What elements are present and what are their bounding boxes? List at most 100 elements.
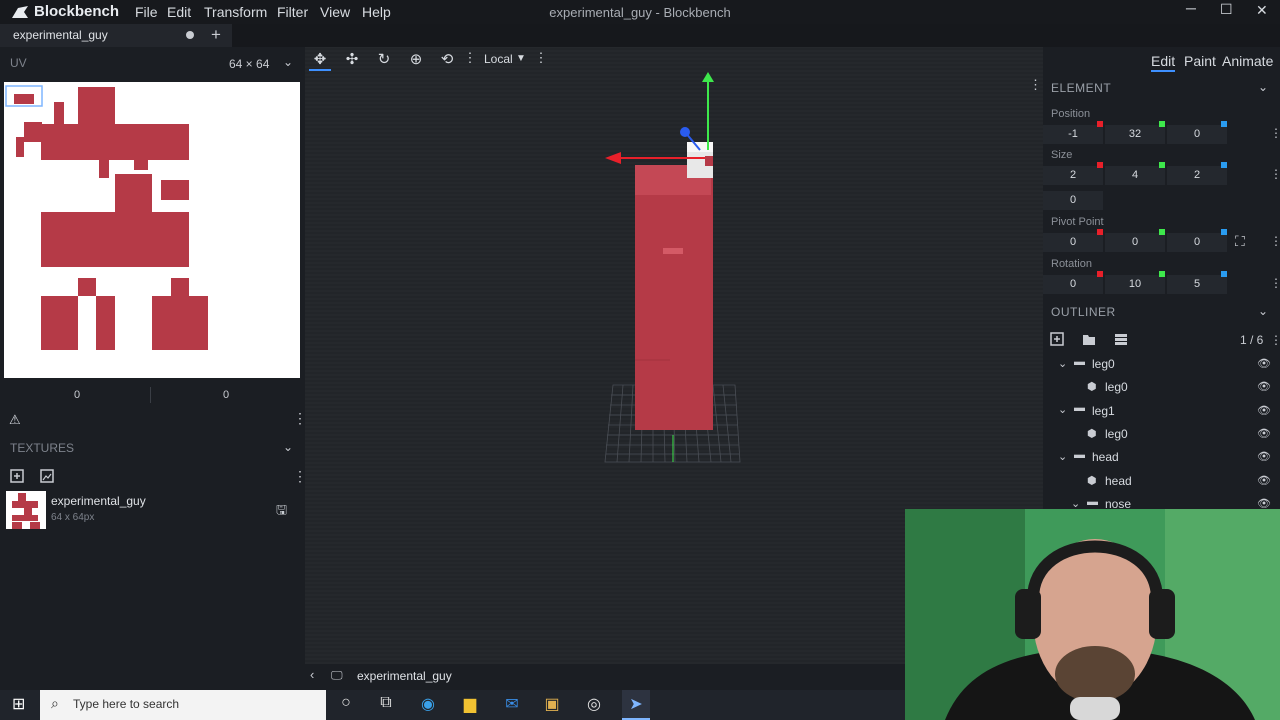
task-view-icon[interactable]: ⧉ [374, 694, 398, 712]
outliner-cube-leg0[interactable]: leg0 [1105, 380, 1128, 394]
position-y-input[interactable]: 32 [1105, 125, 1165, 144]
outliner-cube-leg0-2[interactable]: leg0 [1105, 427, 1128, 441]
add-cube-icon[interactable] [1050, 332, 1064, 346]
more-options-icon[interactable]: ⋮ [1029, 77, 1042, 93]
rotation-x-input[interactable]: 0 [1043, 275, 1103, 294]
windows-start-icon[interactable]: ⊞ [12, 694, 25, 714]
visibility-eye-icon[interactable]: 👁 [1257, 474, 1271, 487]
outliner-cube-head[interactable]: head [1105, 474, 1132, 488]
outliner-panel-title: OUTLINER [1051, 305, 1116, 319]
position-label: Position [1051, 108, 1091, 120]
element-panel-title: ELEMENT [1051, 81, 1112, 95]
mail-icon[interactable]: ✉ [500, 694, 524, 714]
x-axis-marker [1097, 162, 1103, 168]
outliner-group-leg0[interactable]: leg0 [1092, 357, 1115, 371]
maximize-icon[interactable]: ☐ [1220, 1, 1233, 18]
size-label: Size [1051, 149, 1073, 161]
close-icon[interactable]: ✕ [1256, 2, 1268, 19]
z-axis-marker [1221, 162, 1227, 168]
chevron-down-icon[interactable]: ⌄ [1258, 304, 1268, 318]
new-tab-button[interactable]: + [211, 25, 221, 45]
pivot-y-input[interactable]: 0 [1105, 233, 1165, 252]
add-group-icon[interactable] [1082, 332, 1096, 346]
rotation-z-input[interactable]: 5 [1167, 275, 1227, 294]
texture-size: 64 x 64px [51, 512, 95, 523]
visibility-eye-icon[interactable]: 👁 [1257, 450, 1271, 463]
mode-tab-edit[interactable]: Edit [1151, 53, 1175, 69]
project-tab-label: experimental_guy [13, 28, 108, 42]
y-axis-marker [1159, 271, 1165, 277]
chevron-down-icon[interactable]: ⌄ [283, 440, 293, 454]
save-texture-icon[interactable]: 🖫 [276, 501, 287, 523]
more-options-icon[interactable]: ⋮ [459, 50, 481, 66]
cortana-icon[interactable]: ○ [334, 694, 358, 712]
more-options-icon[interactable]: ⋮ [1270, 234, 1280, 248]
app-icon[interactable]: ▣ [540, 694, 564, 714]
chevron-down-icon[interactable]: ▼ [516, 53, 526, 64]
vertex-snap-icon[interactable]: ⟲ [436, 50, 458, 68]
texture-thumbnail[interactable] [6, 491, 46, 529]
more-options-icon[interactable]: ⋮ [1270, 333, 1280, 347]
position-x-input[interactable]: -1 [1043, 125, 1103, 144]
move-tool-icon[interactable]: ✥ [309, 50, 331, 68]
pivot-tool-icon[interactable]: ⊕ [405, 50, 427, 68]
mode-tab-paint[interactable]: Paint [1184, 53, 1216, 69]
sort-icon[interactable] [1114, 332, 1128, 346]
transform-space-select[interactable]: Local [484, 52, 513, 66]
size-y-input[interactable]: 4 [1105, 166, 1165, 185]
pivot-x-input[interactable]: 0 [1043, 233, 1103, 252]
position-z-input[interactable]: 0 [1167, 125, 1227, 144]
rotate-tool-icon[interactable]: ↻ [373, 50, 395, 68]
uv-size-select[interactable]: 64 × 64 [229, 57, 269, 71]
edge-browser-icon[interactable]: ◉ [416, 694, 440, 714]
unsaved-dot-icon[interactable] [186, 31, 194, 39]
folder-icon: ▬ [1074, 449, 1085, 461]
texture-name[interactable]: experimental_guy [51, 494, 146, 508]
chevron-down-icon[interactable]: ⌄ [283, 55, 293, 69]
more-options-icon[interactable]: ⋮ [1270, 276, 1280, 290]
chevron-down-icon[interactable]: ⌄ [1058, 403, 1067, 416]
active-tool-indicator [309, 69, 331, 71]
add-texture-icon[interactable] [10, 469, 24, 483]
z-axis-marker [1221, 121, 1227, 127]
pivot-z-input[interactable]: 0 [1167, 233, 1227, 252]
chevron-down-icon[interactable]: ⌄ [1058, 357, 1067, 370]
status-model-name: experimental_guy [357, 669, 452, 683]
import-texture-icon[interactable] [40, 469, 54, 483]
obs-icon[interactable]: ◎ [582, 694, 606, 714]
folder-icon: ▬ [1074, 402, 1085, 414]
center-pivot-icon[interactable]: ⛶ [1235, 233, 1245, 250]
model-scene[interactable] [595, 70, 755, 490]
more-options-icon[interactable]: ⋮ [1270, 126, 1280, 140]
inflate-input[interactable]: 0 [1043, 191, 1103, 210]
size-z-input[interactable]: 2 [1167, 166, 1227, 185]
cube-icon: ⬢ [1087, 381, 1097, 393]
folder-icon: ▬ [1074, 356, 1085, 368]
outliner-group-leg1[interactable]: leg1 [1092, 404, 1115, 418]
minimize-icon[interactable]: ─ [1186, 0, 1196, 16]
active-mode-indicator [1151, 70, 1175, 72]
chevron-down-icon[interactable]: ⌄ [1058, 450, 1067, 463]
visibility-eye-icon[interactable]: 👁 [1257, 380, 1271, 393]
uv-offset-y[interactable]: 0 [223, 389, 229, 401]
outliner-group-head[interactable]: head [1092, 450, 1119, 464]
chevron-down-icon[interactable]: ⌄ [1258, 80, 1268, 94]
resize-tool-icon[interactable]: ✣ [341, 50, 363, 68]
visibility-eye-icon[interactable]: 👁 [1257, 357, 1271, 370]
webcam-overlay [905, 509, 1280, 720]
size-x-input[interactable]: 2 [1043, 166, 1103, 185]
visibility-eye-icon[interactable]: 👁 [1257, 404, 1271, 417]
chevron-left-icon[interactable]: ‹ [310, 667, 314, 682]
mode-tab-animate[interactable]: Animate [1222, 53, 1273, 69]
visibility-eye-icon[interactable]: 👁 [1257, 427, 1271, 440]
more-options-icon[interactable]: ⋮ [1270, 167, 1280, 181]
rotation-y-input[interactable]: 10 [1105, 275, 1165, 294]
z-axis-marker [1221, 271, 1227, 277]
y-axis-marker [1159, 229, 1165, 235]
uv-editor-canvas[interactable] [4, 82, 300, 378]
uv-offset-x[interactable]: 0 [74, 389, 80, 401]
uv-panel-title: UV [10, 56, 27, 70]
file-explorer-icon[interactable]: ▆ [458, 694, 482, 714]
more-options-icon[interactable]: ⋮ [530, 50, 552, 66]
warning-icon[interactable]: ⚠ [9, 412, 21, 428]
